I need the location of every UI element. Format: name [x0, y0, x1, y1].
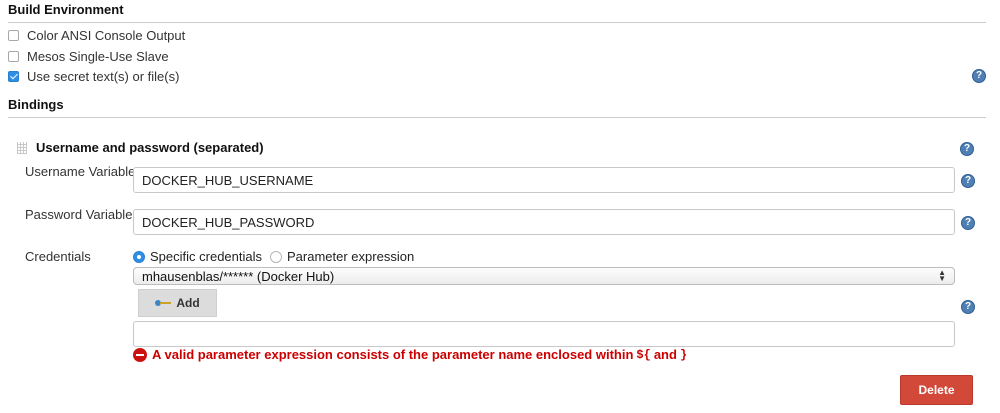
error-text: A valid parameter expression consists of…	[152, 347, 634, 362]
parameter-expression-radio[interactable]	[270, 250, 282, 263]
bindings-header: Bindings	[8, 97, 986, 118]
add-button-label: Add	[176, 296, 200, 310]
select-arrows-icon: ▲ ▼	[938, 268, 946, 283]
credentials-mode-group: Specific credentials Parameter expressio…	[133, 249, 414, 264]
username-variable-label: Username Variable	[25, 164, 136, 179]
credentials-label: Credentials	[25, 249, 91, 264]
credentials-select[interactable]: mhausenblas/****** (Docker Hub) ▲ ▼	[133, 267, 955, 285]
color-ansi-checkbox[interactable]	[8, 29, 19, 41]
drag-handle-icon[interactable]	[17, 142, 27, 154]
error-icon	[133, 347, 147, 362]
password-variable-label: Password Variable	[25, 207, 133, 222]
specific-credentials-label: Specific credentials	[150, 249, 262, 264]
mesos-label: Mesos Single-Use Slave	[27, 48, 169, 64]
error-code-open: ${	[636, 347, 651, 362]
password-variable-input[interactable]	[133, 209, 955, 235]
credentials-select-value: mhausenblas/****** (Docker Hub)	[142, 268, 335, 284]
validation-error: A valid parameter expression consists of…	[133, 347, 690, 362]
help-icon[interactable]: ?	[961, 174, 975, 188]
build-environment-header: Build Environment	[8, 2, 986, 23]
username-variable-input[interactable]	[133, 167, 955, 193]
parameter-expression-input[interactable]	[133, 321, 955, 347]
error-text-and: and	[653, 347, 677, 362]
add-credentials-button[interactable]: Add	[138, 289, 217, 317]
color-ansi-label: Color ANSI Console Output	[27, 27, 186, 43]
mesos-option[interactable]: Mesos Single-Use Slave	[8, 47, 169, 65]
specific-credentials-radio[interactable]	[133, 250, 145, 263]
parameter-expression-label: Parameter expression	[287, 249, 415, 264]
secret-option[interactable]: Use secret text(s) or file(s)	[8, 67, 179, 85]
color-ansi-option[interactable]: Color ANSI Console Output	[8, 26, 185, 44]
secret-label: Use secret text(s) or file(s)	[27, 68, 180, 84]
mesos-checkbox[interactable]	[8, 50, 19, 62]
error-code-close: }	[679, 347, 688, 362]
help-icon[interactable]: ?	[972, 69, 986, 83]
key-icon	[155, 299, 172, 307]
help-icon[interactable]: ?	[960, 142, 974, 156]
help-icon[interactable]: ?	[961, 216, 975, 230]
help-icon[interactable]: ?	[961, 300, 975, 314]
delete-button[interactable]: Delete	[900, 375, 973, 405]
secret-checkbox[interactable]	[8, 70, 19, 82]
binding-title: Username and password (separated)	[36, 140, 264, 155]
